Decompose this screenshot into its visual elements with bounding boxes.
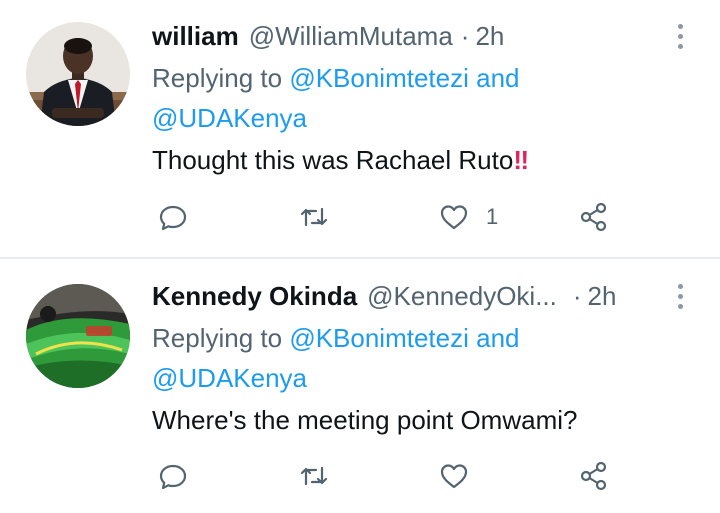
replying-conjunction[interactable]: and	[476, 323, 519, 353]
timestamp[interactable]: 2h	[475, 21, 504, 52]
share-button[interactable]	[578, 456, 610, 496]
user-handle[interactable]: @KennedyOki...	[367, 281, 557, 312]
tweet-text-content: Where's the meeting point Omwami?	[152, 405, 578, 435]
mention-link[interactable]: @KBonimtetezi	[289, 323, 469, 353]
reply-icon	[159, 205, 187, 231]
like-button[interactable]	[438, 456, 486, 496]
more-options-icon[interactable]	[668, 18, 692, 54]
reply-button[interactable]	[157, 197, 189, 237]
more-options-icon[interactable]	[668, 278, 692, 314]
tweet-text-content: Thought this was Rachael Ruto	[152, 145, 514, 175]
tweet-header: Kennedy Okinda @KennedyOki... · 2h	[152, 278, 616, 314]
separator-dot: ·	[460, 20, 470, 51]
replying-to: Replying to @KBonimtetezi and @UDAKenya	[152, 58, 612, 138]
retweet-button[interactable]	[298, 456, 330, 496]
double-exclamation-emoji: ‼	[513, 145, 529, 175]
display-name[interactable]: william	[152, 21, 239, 52]
retweet-icon	[300, 466, 328, 486]
heart-icon	[440, 205, 468, 230]
like-button[interactable]: 1	[438, 197, 498, 237]
replying-to: Replying to @KBonimtetezi and @UDAKenya	[152, 318, 612, 398]
tweet-header: william @WilliamMutama · 2h	[152, 18, 504, 54]
user-handle[interactable]: @WilliamMutama	[249, 21, 453, 52]
retweet-icon	[300, 207, 328, 227]
share-button[interactable]	[578, 197, 610, 237]
retweet-button[interactable]	[298, 197, 330, 237]
tweet-divider	[0, 257, 720, 259]
mention-link[interactable]: @KBonimtetezi	[289, 63, 469, 93]
tweet[interactable]: Kennedy Okinda @KennedyOki... · 2h Reply…	[0, 260, 720, 513]
mention-link[interactable]: @UDAKenya	[152, 103, 307, 133]
avatar-william[interactable]	[26, 22, 130, 126]
tweet-actions	[0, 456, 720, 496]
share-icon	[580, 461, 607, 491]
tweet-actions: 1	[0, 197, 720, 237]
reply-button[interactable]	[157, 456, 189, 496]
like-count: 1	[486, 204, 499, 229]
separator-dot: ·	[572, 280, 582, 311]
timestamp[interactable]: 2h	[588, 281, 617, 312]
heart-icon	[440, 464, 468, 489]
replying-conjunction[interactable]: and	[476, 63, 519, 93]
reply-icon	[159, 464, 187, 490]
tweet-text: Thought this was Rachael Ruto‼	[152, 140, 529, 180]
replying-to-label: Replying to	[152, 323, 283, 353]
tweet[interactable]: william @WilliamMutama · 2h Replying to …	[0, 0, 720, 258]
tweet-text: Where's the meeting point Omwami?	[152, 400, 577, 440]
replying-to-label: Replying to	[152, 63, 283, 93]
share-icon	[580, 202, 607, 232]
display-name[interactable]: Kennedy Okinda	[152, 281, 357, 312]
avatar-kennedy-okinda[interactable]	[26, 284, 130, 388]
mention-link[interactable]: @UDAKenya	[152, 363, 307, 393]
